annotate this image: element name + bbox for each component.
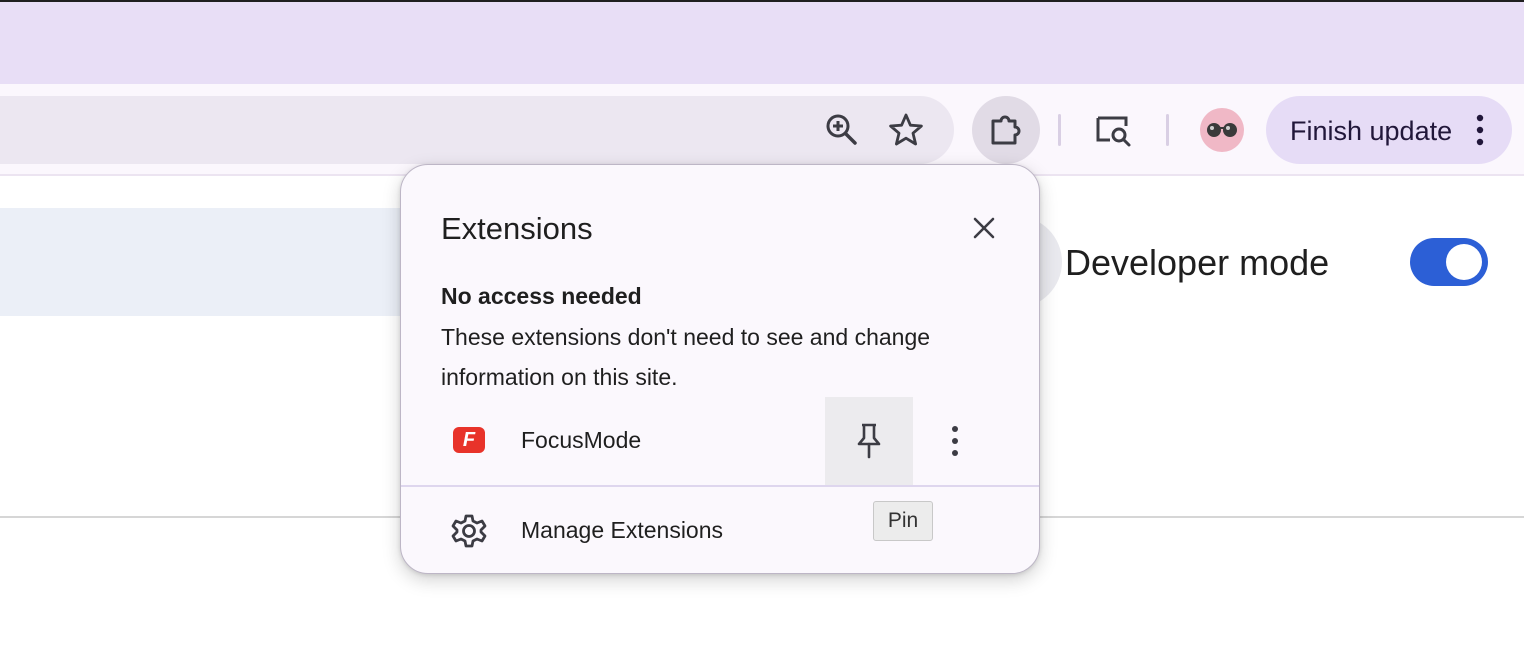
pin-button[interactable] [825, 397, 913, 485]
manage-extensions-row[interactable]: Manage Extensions [401, 487, 1039, 573]
pin-tooltip: Pin [873, 501, 933, 541]
avatar[interactable] [1200, 108, 1244, 152]
sunglasses-avatar-icon [1204, 120, 1240, 140]
extension-more-button[interactable] [933, 419, 977, 463]
page-search-icon[interactable] [1092, 108, 1136, 152]
extensions-button[interactable] [972, 96, 1040, 164]
pin-icon [855, 422, 883, 460]
finish-update-label: Finish update [1290, 116, 1453, 146]
gear-icon [449, 511, 489, 551]
browser-toolbar: Finish update [0, 84, 1524, 176]
extension-row[interactable]: F FocusMode [401, 397, 1039, 485]
search-bar-background [0, 208, 420, 316]
section-heading: No access needed [441, 283, 642, 309]
developer-mode-label: Developer mode [1065, 242, 1330, 283]
toolbar-separator [1058, 114, 1061, 146]
vertical-dots-icon [951, 425, 959, 457]
extensions-popup: Extensions No access needed These extens… [400, 164, 1040, 574]
tab-strip [0, 0, 1524, 84]
finish-update-button[interactable]: Finish update [1266, 96, 1512, 164]
manage-extensions-label: Manage Extensions [521, 517, 724, 543]
extension-name: FocusMode [521, 427, 642, 453]
vertical-dots-icon[interactable] [1466, 108, 1494, 152]
section-description: These extensions don't need to see and c… [441, 324, 931, 390]
toggle-knob [1446, 244, 1482, 280]
puzzle-icon [987, 111, 1025, 149]
omnibox[interactable] [0, 96, 954, 164]
close-button[interactable] [963, 207, 1005, 249]
extension-logo-letter: F [462, 429, 476, 451]
star-icon[interactable] [884, 108, 928, 152]
close-icon [972, 216, 996, 240]
zoom-in-icon[interactable] [820, 108, 864, 152]
popup-title: Extensions [441, 211, 593, 246]
developer-mode-toggle[interactable] [1410, 238, 1488, 286]
toolbar-separator [1166, 114, 1169, 146]
focusmode-logo-icon: F [453, 427, 485, 453]
